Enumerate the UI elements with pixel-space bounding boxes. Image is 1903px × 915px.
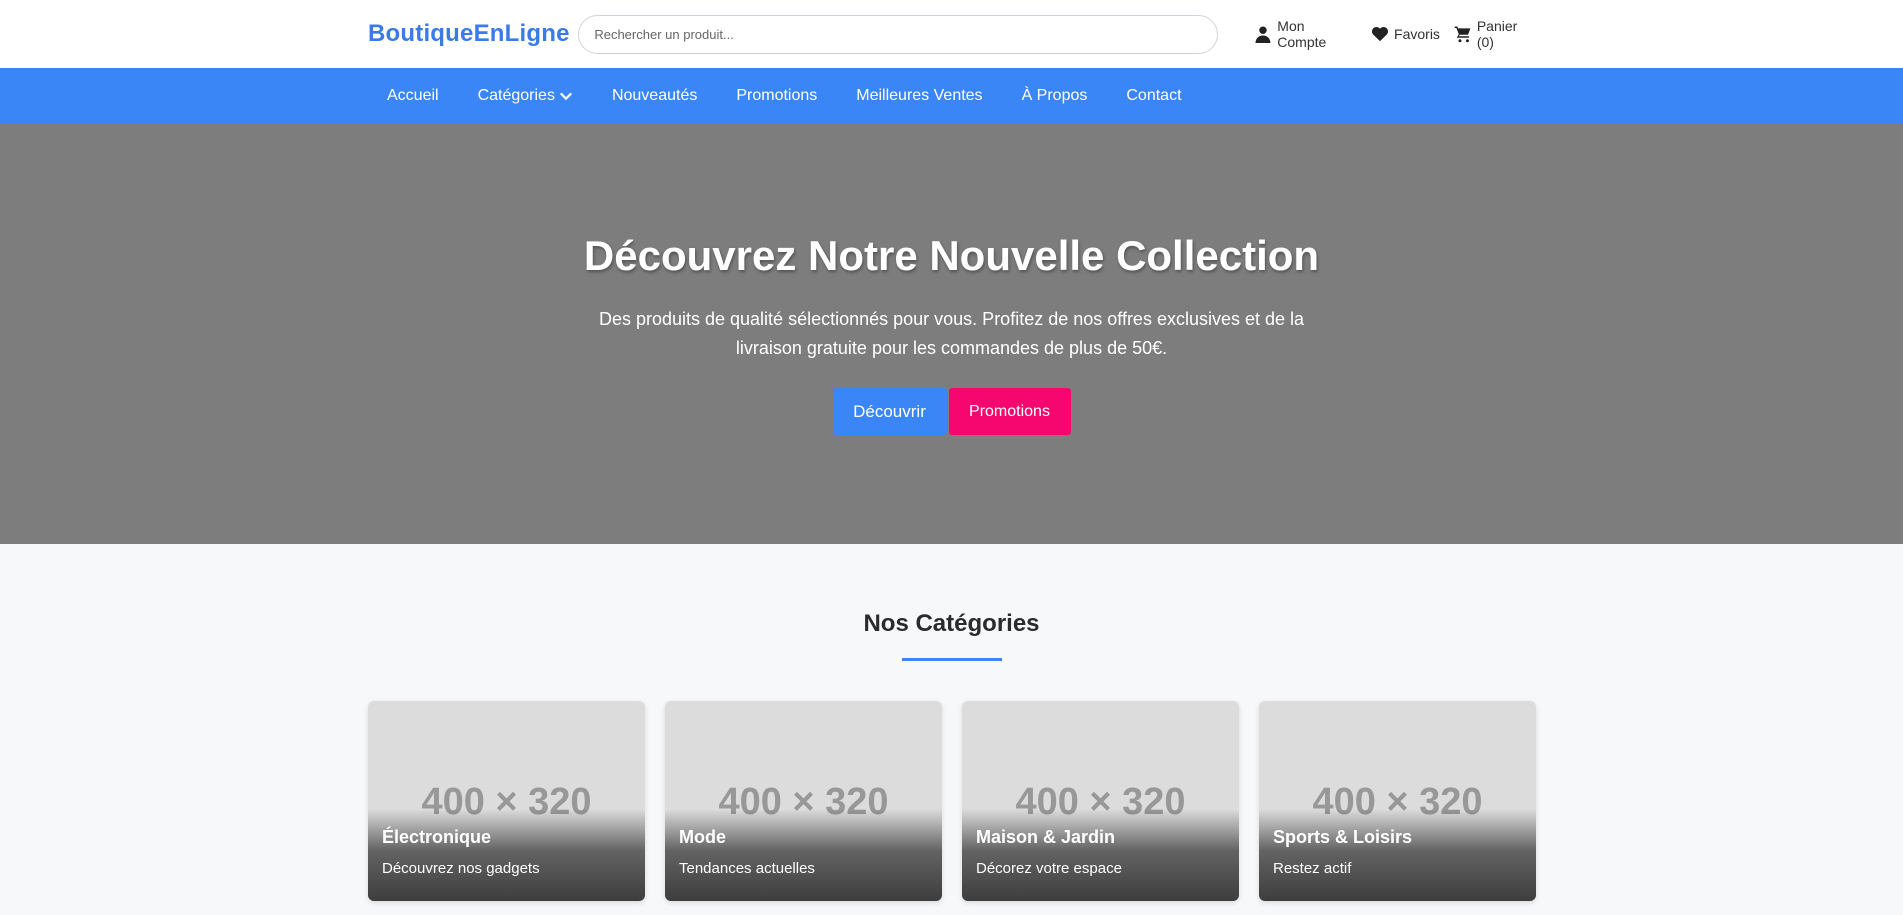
nav-label: Nouveautés bbox=[611, 87, 698, 104]
nav-label: Meilleures Ventes bbox=[856, 87, 983, 104]
nav-item-a-propos[interactable]: À Propos bbox=[1022, 87, 1088, 105]
favorites-label: Favoris bbox=[1394, 26, 1440, 42]
nav-label: Promotions bbox=[736, 87, 818, 104]
nav-item-meilleures-ventes[interactable]: Meilleures Ventes bbox=[856, 87, 982, 105]
favorites-link[interactable]: Favoris bbox=[1371, 25, 1440, 43]
category-card-maison-jardin[interactable]: 400 × 320 Maison & Jardin Décorez votre … bbox=[962, 701, 1239, 901]
nav-item-accueil[interactable]: Accueil bbox=[387, 87, 439, 105]
category-name: Mode bbox=[679, 827, 726, 847]
site-logo[interactable]: BoutiqueEnLigne bbox=[368, 20, 578, 48]
chevron-down-icon bbox=[559, 92, 573, 101]
cart-label: Panier (0) bbox=[1476, 18, 1518, 50]
nav-item-contact[interactable]: Contact bbox=[1126, 87, 1181, 105]
promotions-button[interactable]: Promotions bbox=[948, 388, 1071, 435]
category-description: Découvrez nos gadgets bbox=[382, 860, 540, 877]
card-overlay: Mode Tendances actuelles bbox=[665, 809, 942, 901]
nav-label: À Propos bbox=[1021, 87, 1088, 104]
category-name: Maison & Jardin bbox=[976, 827, 1116, 847]
category-card-mode[interactable]: 400 × 320 Mode Tendances actuelles bbox=[665, 701, 942, 901]
category-card-electronique[interactable]: 400 × 320 Électronique Découvrez nos gad… bbox=[368, 701, 645, 901]
category-name: Électronique bbox=[382, 827, 492, 847]
category-card-sports-loisirs[interactable]: 400 × 320 Sports & Loisirs Restez actif bbox=[1259, 701, 1536, 901]
nav-item-categories[interactable]: Catégories bbox=[478, 87, 573, 105]
account-link[interactable]: Mon Compte bbox=[1254, 18, 1357, 50]
category-description: Décorez votre espace bbox=[976, 860, 1122, 877]
discover-button[interactable]: Découvrir bbox=[832, 388, 947, 435]
header-actions: Mon Compte Favoris Panier (0) bbox=[1254, 18, 1538, 50]
title-underline bbox=[901, 658, 1002, 661]
account-label: Mon Compte bbox=[1277, 18, 1327, 50]
search-input[interactable] bbox=[578, 14, 1219, 54]
categories-section: Nos Catégories 400 × 320 Électronique Dé… bbox=[0, 610, 1903, 901]
category-name: Sports & Loisirs bbox=[1273, 827, 1413, 847]
site-header: BoutiqueEnLigne Mon Compte Favoris Panie… bbox=[0, 0, 1903, 68]
card-overlay: Maison & Jardin Décorez votre espace bbox=[962, 809, 1239, 901]
category-cards: 400 × 320 Électronique Découvrez nos gad… bbox=[368, 701, 1538, 901]
hero-buttons: Découvrir Promotions bbox=[832, 388, 1071, 435]
section-title: Nos Catégories bbox=[863, 610, 1040, 637]
card-overlay: Sports & Loisirs Restez actif bbox=[1259, 809, 1536, 901]
hero-banner: Découvrez Notre Nouvelle Collection Des … bbox=[0, 124, 1903, 544]
cart-icon bbox=[1454, 26, 1471, 43]
nav-label: Accueil bbox=[387, 87, 439, 104]
cart-link[interactable]: Panier (0) bbox=[1454, 18, 1538, 50]
category-description: Tendances actuelles bbox=[679, 860, 815, 877]
card-overlay: Électronique Découvrez nos gadgets bbox=[368, 809, 645, 901]
category-description: Restez actif bbox=[1273, 860, 1352, 877]
hero-title: Découvrez Notre Nouvelle Collection bbox=[583, 232, 1320, 279]
nav-item-nouveautes[interactable]: Nouveautés bbox=[612, 87, 697, 105]
nav-item-promotions[interactable]: Promotions bbox=[736, 87, 817, 105]
heart-icon bbox=[1372, 26, 1389, 42]
nav-label: Contact bbox=[1126, 87, 1182, 104]
main-nav: Accueil Catégories Nouveautés Promotions… bbox=[0, 68, 1903, 124]
user-icon bbox=[1255, 26, 1271, 43]
nav-label: Catégories bbox=[477, 87, 555, 104]
hero-description: Des produits de qualité sélectionnés pou… bbox=[598, 309, 1305, 358]
